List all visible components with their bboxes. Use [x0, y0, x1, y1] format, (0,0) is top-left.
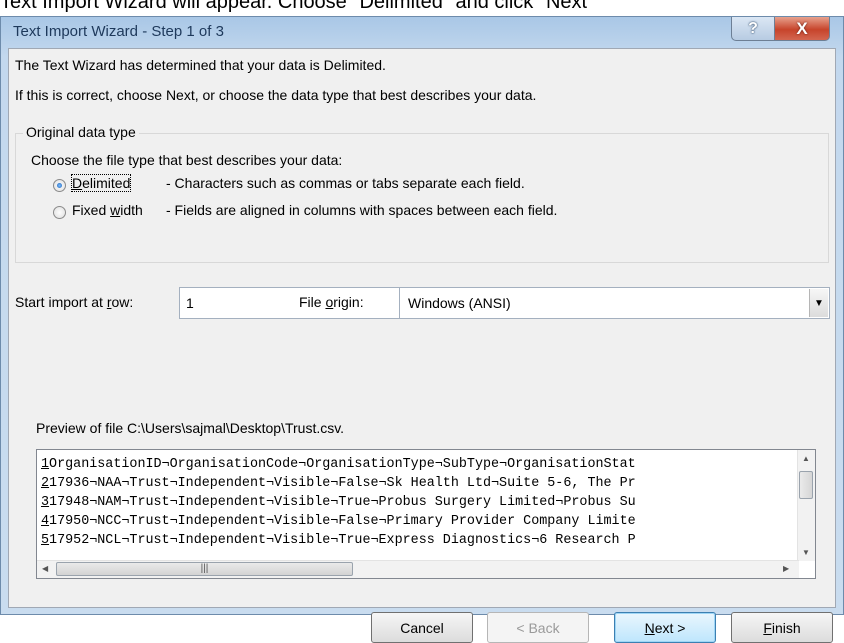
preview-row: 517952¬NCL¬Trust¬Independent¬Visible¬Tru…: [41, 533, 636, 548]
help-icon: ?: [748, 19, 758, 37]
cancel-button[interactable]: Cancel: [371, 612, 473, 643]
dropdown-arrow-icon[interactable]: ▼: [809, 289, 828, 317]
scroll-left-icon[interactable]: ◀: [42, 564, 48, 573]
preview-vertical-scrollbar[interactable]: ▲ ▼: [797, 450, 815, 561]
help-button[interactable]: ?: [731, 17, 775, 41]
wizard-body: The Text Wizard has determined that your…: [8, 48, 836, 643]
close-button[interactable]: X: [774, 17, 830, 41]
tutorial-caption: Text Import Wizard will appear. Choose "…: [0, 0, 595, 13]
start-row-value: 1: [186, 295, 194, 311]
start-import-row-label: Start import at row:: [15, 294, 134, 310]
text-import-wizard-window: Text Import Wizard - Step 1 of 3 ? X The…: [0, 16, 844, 643]
preview-horizontal-scrollbar[interactable]: ◀ ||| ▶: [37, 560, 799, 578]
intro-line-1: The Text Wizard has determined that your…: [15, 57, 386, 73]
fixed-width-label[interactable]: Fixed width: [72, 202, 143, 218]
horizontal-scroll-thumb[interactable]: |||: [56, 562, 353, 576]
finish-button[interactable]: Finish: [731, 612, 833, 643]
file-origin-value: Windows (ANSI): [408, 295, 511, 311]
delimited-description: - Characters such as commas or tabs sepa…: [166, 175, 525, 191]
preview-label: Preview of file C:\Users\sajmal\Desktop\…: [36, 420, 345, 436]
delimited-label[interactable]: Delimited: [70, 174, 132, 192]
scroll-up-icon[interactable]: ▲: [802, 454, 810, 463]
delimited-radio[interactable]: [53, 179, 66, 192]
vertical-scroll-thumb[interactable]: [799, 471, 813, 499]
preview-row: 317948¬NAM¬Trust¬Independent¬Visible¬Tru…: [41, 495, 636, 510]
intro-line-2: If this is correct, choose Next, or choo…: [15, 87, 537, 103]
original-data-type-label: Original data type: [23, 124, 139, 140]
file-origin-dropdown[interactable]: Windows (ANSI) ▼: [399, 287, 830, 319]
window-title: Text Import Wizard - Step 1 of 3: [13, 23, 224, 40]
back-button[interactable]: < Back: [487, 612, 589, 643]
file-type-prompt: Choose the file type that best describes…: [31, 152, 343, 168]
scroll-down-icon[interactable]: ▼: [802, 548, 810, 557]
preview-row: 1OrganisationID¬OrganisationCode¬Organis…: [41, 457, 636, 472]
preview-pane[interactable]: 1OrganisationID¬OrganisationCode¬Organis…: [36, 449, 816, 579]
fixed-width-radio[interactable]: [53, 206, 66, 219]
close-icon: X: [796, 18, 808, 38]
fixed-width-description: - Fields are aligned in columns with spa…: [166, 202, 558, 218]
next-button[interactable]: Next >: [614, 612, 716, 643]
scroll-right-icon[interactable]: ▶: [783, 564, 789, 573]
preview-row: 217936¬NAA¬Trust¬Independent¬Visible¬Fal…: [41, 476, 636, 491]
file-origin-label: File origin:: [299, 294, 364, 310]
preview-row: 417950¬NCC¬Trust¬Independent¬Visible¬Fal…: [41, 514, 636, 529]
